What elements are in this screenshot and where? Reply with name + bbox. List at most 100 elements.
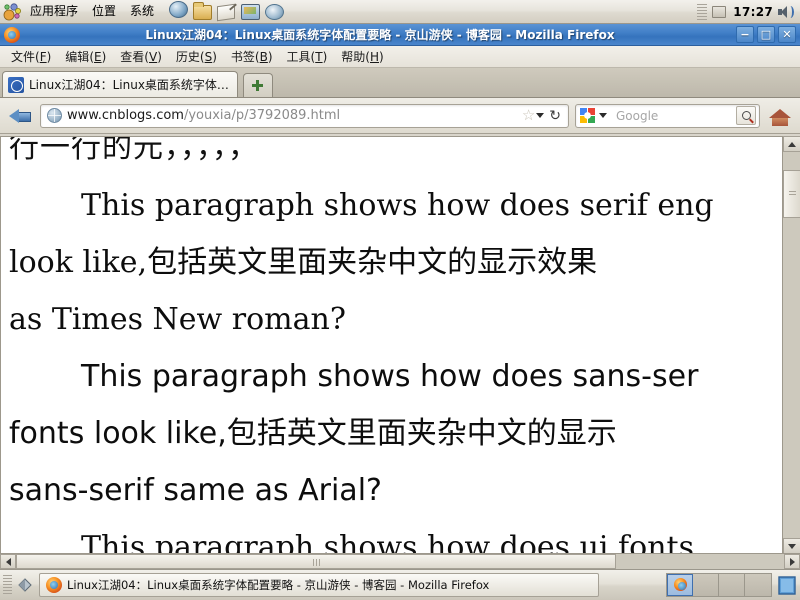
scroll-right-button[interactable]	[784, 554, 800, 569]
search-go-button[interactable]	[736, 106, 756, 125]
file-manager-launcher-icon[interactable]	[193, 1, 215, 23]
menu-edit-accel: E	[94, 50, 102, 64]
firefox-window: Linux江湖04：Linux桌面系统字体配置要略 - 京山游侠 - 博客园 -…	[0, 24, 800, 569]
menu-file[interactable]: 文件(F)	[4, 46, 58, 67]
horizontal-scroll-thumb[interactable]	[16, 554, 616, 569]
menu-tools-label: 工具	[286, 50, 311, 64]
sans-serif-paragraph-line-2: fonts look like,包括英文里面夹杂中文的显示	[9, 416, 617, 451]
triangle-left-icon	[5, 557, 11, 566]
panel-launchers	[169, 0, 287, 23]
page-content-area: 行一行的元，，，，， This paragraph shows how does…	[0, 136, 800, 569]
tab-label: Linux江湖04：Linux桌面系统字体…	[29, 78, 229, 92]
workspace-3[interactable]	[719, 574, 745, 596]
trash-icon[interactable]	[777, 574, 797, 596]
menu-help[interactable]: 帮助(H)	[334, 46, 390, 67]
desktop-screen: 应用程序 位置 系统 17:27 Linux江湖04：Linux桌面系统字体配置…	[0, 0, 800, 600]
taskbar-drag-grip[interactable]	[3, 575, 12, 595]
sans-serif-paragraph-line-3: sans-serif same as Arial?	[9, 473, 382, 508]
clipped-top-text: 行一行的元，，，，，	[9, 136, 259, 165]
menu-view-accel: V	[148, 50, 158, 64]
menu-view-label: 查看	[120, 50, 145, 64]
ui-paragraph-line-1: This paragraph shows how does ui fonts	[81, 530, 694, 554]
close-button[interactable]: ✕	[778, 26, 796, 43]
menu-history[interactable]: 历史(S)	[169, 46, 224, 67]
workspace-firefox-icon	[673, 578, 687, 591]
menu-tools-accel: T	[315, 50, 323, 64]
panel-status-area: 17:27	[697, 0, 796, 24]
home-button[interactable]	[766, 103, 794, 129]
menu-help-accel: H	[369, 50, 379, 64]
horizontal-scroll-track[interactable]	[16, 554, 784, 569]
web-browser-launcher-icon[interactable]	[169, 0, 191, 23]
menu-bookmarks[interactable]: 书签(B)	[224, 46, 280, 67]
search-input[interactable]: Google	[616, 109, 736, 123]
vertical-scroll-track[interactable]	[783, 152, 800, 538]
scroll-down-button[interactable]	[783, 538, 800, 554]
triangle-right-icon	[789, 557, 795, 566]
url-path: /youxia/p/3792089.html	[183, 108, 341, 123]
search-icon	[741, 111, 751, 120]
triangle-down-icon	[788, 543, 796, 549]
search-bar[interactable]: Google	[575, 103, 760, 128]
home-icon	[769, 106, 791, 126]
vertical-scroll-thumb[interactable]	[783, 170, 800, 218]
rendered-webpage[interactable]: 行一行的元，，，，， This paragraph shows how does…	[0, 136, 782, 554]
scroll-up-button[interactable]	[783, 136, 800, 152]
menu-help-label: 帮助	[341, 50, 366, 64]
menu-edit[interactable]: 编辑(E)	[58, 46, 113, 67]
sans-serif-paragraph-line-1: This paragraph shows how does sans-ser	[81, 359, 699, 394]
workspace-switcher[interactable]	[666, 573, 772, 597]
chevron-down-icon[interactable]	[536, 113, 545, 118]
bookmark-star-icon[interactable]: ☆	[522, 108, 535, 123]
taskbar-window-button[interactable]: Linux江湖04：Linux桌面系统字体配置要略 - 京山游侠 - 博客园 -…	[39, 573, 599, 597]
menu-file-label: 文件	[11, 50, 36, 64]
browser-menubar: 文件(F) 编辑(E) 查看(V) 历史(S) 书签(B) 工具(T) 帮助(H…	[0, 46, 800, 68]
serif-paragraph-line-1: This paragraph shows how does serif eng	[81, 188, 714, 223]
window-title: Linux江湖04：Linux桌面系统字体配置要略 - 京山游侠 - 博客园 -…	[145, 28, 615, 42]
panel-clock[interactable]: 17:27	[733, 5, 773, 19]
triangle-up-icon	[788, 141, 796, 147]
menu-bookmarks-label: 书签	[230, 50, 255, 64]
reload-icon[interactable]: ↻	[549, 109, 561, 123]
places-menu[interactable]: 位置	[85, 2, 123, 21]
search-engine-chevron-icon[interactable]	[599, 113, 607, 118]
menu-tools[interactable]: 工具(T)	[280, 46, 335, 67]
presentation-launcher-icon[interactable]	[241, 1, 263, 23]
vertical-scrollbar[interactable]	[782, 136, 800, 554]
menu-bookmarks-accel: B	[259, 50, 268, 64]
menu-history-accel: S	[204, 50, 213, 64]
url-text: www.cnblogs.com/youxia/p/3792089.html	[67, 108, 518, 123]
google-logo-icon	[580, 108, 596, 123]
notification-area-icon[interactable]	[712, 4, 728, 20]
show-desktop-icon[interactable]	[15, 575, 35, 595]
menu-edit-label: 编辑	[65, 50, 90, 64]
menu-view[interactable]: 查看(V)	[113, 46, 169, 67]
taskbar-window-label: Linux江湖04：Linux桌面系统字体配置要略 - 京山游侠 - 博客园 -…	[67, 578, 490, 592]
disc-launcher-icon[interactable]	[265, 1, 287, 23]
tab-favicon-icon	[8, 76, 24, 93]
maximize-button[interactable]: □	[757, 26, 775, 43]
menu-file-accel: F	[39, 50, 47, 64]
url-bar[interactable]: www.cnblogs.com/youxia/p/3792089.html ☆ …	[40, 103, 569, 128]
applications-menu[interactable]: 应用程序	[23, 2, 85, 21]
horizontal-scrollbar[interactable]	[0, 553, 800, 569]
gnome-top-panel: 应用程序 位置 系统 17:27	[0, 0, 800, 24]
back-button[interactable]	[6, 103, 34, 129]
scroll-left-button[interactable]	[0, 554, 16, 569]
serif-paragraph-line-2: look like,包括英文里面夹杂中文的显示效果	[9, 245, 598, 280]
window-controls: − □ ✕	[736, 26, 796, 43]
window-titlebar: Linux江湖04：Linux桌面系统字体配置要略 - 京山游侠 - 博客园 -…	[0, 24, 800, 46]
serif-paragraph-line-3: as Times New roman?	[9, 302, 346, 337]
volume-speaker-icon[interactable]	[778, 4, 796, 20]
panel-drag-grip[interactable]	[697, 4, 708, 20]
workspace-2[interactable]	[693, 574, 719, 596]
text-editor-launcher-icon[interactable]	[217, 1, 239, 23]
url-host: www.cnblogs.com	[67, 108, 184, 123]
system-menu[interactable]: 系统	[123, 2, 161, 21]
workspace-4[interactable]	[745, 574, 771, 596]
new-tab-button[interactable]	[242, 73, 273, 97]
site-identity-globe-icon	[47, 108, 62, 123]
minimize-button[interactable]: −	[736, 26, 754, 43]
tab-active[interactable]: Linux江湖04：Linux桌面系统字体…	[2, 71, 238, 97]
workspace-1[interactable]	[667, 574, 693, 596]
